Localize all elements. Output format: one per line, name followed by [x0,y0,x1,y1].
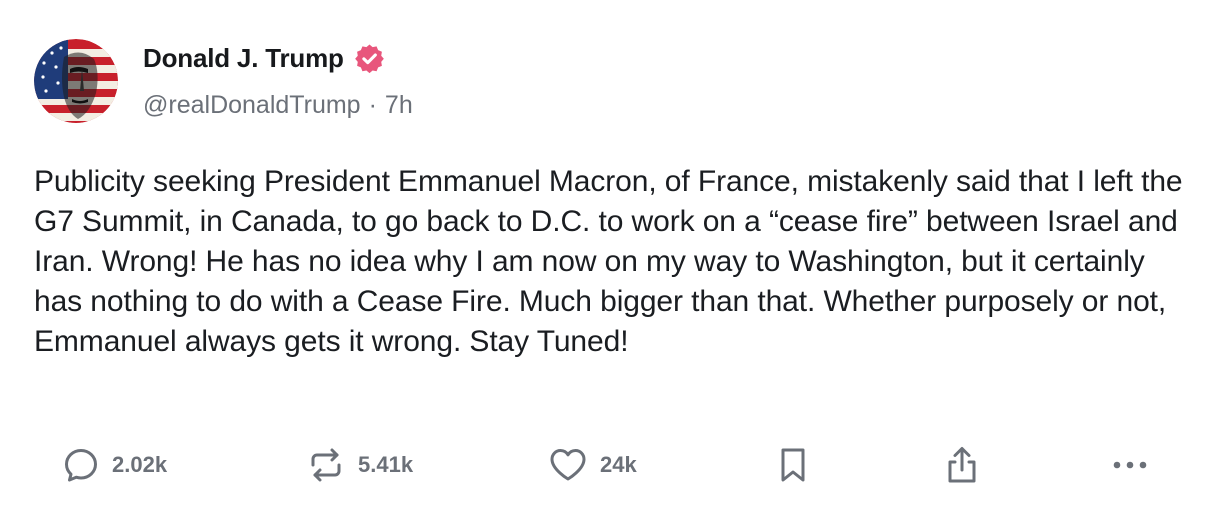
bookmark-button[interactable] [776,440,810,490]
repost-count: 5.41k [358,452,414,477]
author-handle[interactable]: @realDonaldTrump [143,91,361,120]
post-body-text: Publicity seeking President Emmanuel Mac… [34,165,1183,358]
author-display-name[interactable]: Donald J. Trump [143,43,344,74]
heart-icon [550,449,586,481]
bookmark-icon [781,448,805,482]
verified-badge-icon [354,43,384,73]
share-button[interactable] [944,440,980,490]
post-timestamp[interactable]: 7h [385,91,413,120]
share-icon [948,447,976,483]
repost-icon [311,448,341,482]
reply-bubble-icon [65,449,97,482]
post-card: Donald J. Trump @realDonaldTrump · 7h Pu… [0,0,1214,526]
meta-separator: · [368,90,377,119]
like-button[interactable]: 24k [548,440,637,490]
repost-button[interactable]: 5.41k [306,440,413,490]
author-meta-row: @realDonaldTrump · 7h [143,88,413,122]
author-name-row: Donald J. Trump [143,40,385,76]
post-actions-bar: 2.02k 5.41k 24k [0,440,1214,490]
more-options-button[interactable] [1110,440,1150,490]
reply-button[interactable]: 2.02k [62,440,167,490]
more-dots-icon [1113,461,1147,469]
avatar-image [34,39,118,123]
reply-count: 2.02k [112,452,168,477]
like-count: 24k [600,452,637,477]
avatar[interactable] [34,39,118,123]
